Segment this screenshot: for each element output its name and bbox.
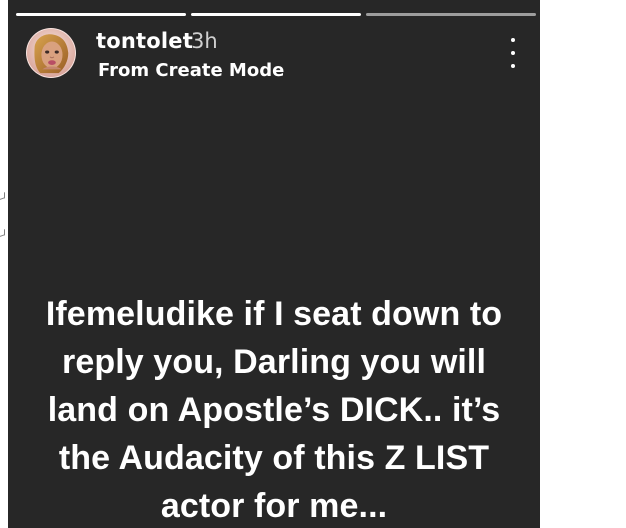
more-vertical-icon	[511, 38, 515, 42]
story-timestamp: 3h	[191, 29, 218, 53]
story-progress-segment	[191, 13, 361, 16]
edge-mark	[0, 192, 5, 200]
story-username[interactable]: tontolet	[96, 29, 193, 53]
edge-marks	[0, 191, 6, 251]
story-caption: Ifemeludike if I seat down to reply you,…	[45, 295, 503, 525]
avatar[interactable]	[26, 28, 76, 78]
story-progress-segment	[366, 13, 536, 16]
more-vertical-icon	[511, 64, 515, 68]
story-progress-bar	[16, 13, 536, 16]
story-progress-fill	[16, 13, 186, 16]
story-progress-segment	[16, 13, 186, 16]
story-header: tontolet 3h From Create Mode	[26, 27, 526, 81]
story-viewer[interactable]: tontolet 3h From Create Mode Ifemeludike…	[8, 0, 540, 528]
page: tontolet 3h From Create Mode Ifemeludike…	[0, 0, 626, 528]
avatar-image	[27, 29, 75, 77]
more-vertical-icon	[511, 51, 515, 55]
story-progress-fill	[191, 13, 361, 16]
more-options-button[interactable]	[504, 38, 522, 68]
story-subtitle: From Create Mode	[98, 60, 285, 81]
edge-mark	[0, 229, 5, 237]
